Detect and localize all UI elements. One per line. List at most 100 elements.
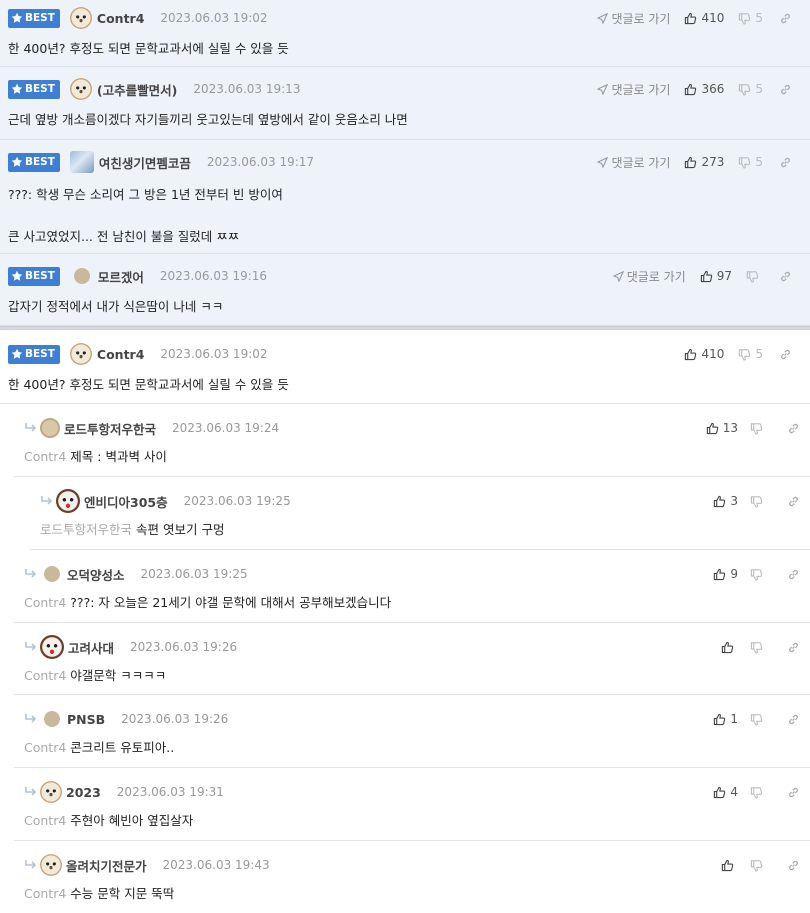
- downvote-button[interactable]: [750, 641, 767, 654]
- reply-target[interactable]: Contr4: [24, 449, 66, 464]
- author-name[interactable]: 엔비디아305층: [84, 492, 168, 511]
- comment-date: 2023.06.03 19:02: [160, 11, 268, 25]
- link-icon[interactable]: [779, 348, 792, 361]
- star-icon: [11, 348, 23, 359]
- downvote-button[interactable]: [750, 786, 767, 799]
- comment-text: 갑자기 정적에서 내가 식은땀이 나네 ㅋㅋ: [8, 299, 224, 314]
- author-name[interactable]: 로드투항저우한국: [64, 419, 156, 438]
- upvote-button[interactable]: 273: [684, 155, 724, 169]
- upvote-button[interactable]: [721, 859, 738, 872]
- thumbs-up-icon: [721, 859, 734, 871]
- downvote-button[interactable]: [750, 495, 767, 508]
- avatar[interactable]: [40, 418, 60, 438]
- link-icon[interactable]: [779, 270, 792, 283]
- star-icon: [11, 83, 23, 94]
- avatar[interactable]: [44, 711, 60, 727]
- best-comment: BEST (고추를빨면서) 2023.06.03 19:13 댓글로 가기 36…: [0, 67, 810, 140]
- avatar[interactable]: [69, 78, 92, 100]
- link-icon[interactable]: [779, 156, 792, 169]
- thumbs-up-icon: [685, 348, 697, 360]
- downvote-button[interactable]: 5: [738, 155, 763, 169]
- avatar[interactable]: [69, 151, 94, 173]
- upvote-button[interactable]: 4: [713, 785, 738, 799]
- goto-comment-link[interactable]: 댓글로 가기: [597, 154, 670, 171]
- author-name[interactable]: (고추를빨면서): [97, 80, 177, 99]
- downvote-button[interactable]: [750, 422, 767, 435]
- reply-target[interactable]: Contr4: [24, 668, 66, 683]
- upvote-button[interactable]: 9: [713, 567, 738, 581]
- upvote-button[interactable]: 13: [706, 421, 738, 435]
- avatar[interactable]: [73, 268, 90, 284]
- upvote-button[interactable]: 410: [684, 11, 724, 25]
- downvote-button[interactable]: 5: [738, 347, 763, 361]
- reply-target[interactable]: Contr4: [24, 886, 66, 901]
- downvote-button[interactable]: [750, 859, 767, 872]
- comment-text: 한 400년? 후정도 되면 문학교과서에 실릴 수 있을 듯: [8, 377, 289, 392]
- link-icon[interactable]: [787, 786, 800, 799]
- avatar[interactable]: [44, 566, 60, 582]
- link-icon[interactable]: [787, 859, 800, 872]
- thumbs-down-icon: [750, 495, 763, 508]
- thumbs-up-icon: [714, 568, 726, 580]
- link-icon[interactable]: [787, 495, 800, 508]
- comment-text: ???: 학생 무슨 소리여 그 방은 1년 전부터 빈 방이여 큰 사고였었지…: [8, 187, 283, 244]
- best-badge: BEST: [8, 344, 60, 364]
- best-comment: BEST 여친생기면펨코끔 2023.06.03 19:17 댓글로 가기 27…: [0, 140, 810, 254]
- author-name[interactable]: PNSB: [67, 712, 105, 727]
- reply-target[interactable]: Contr4: [24, 740, 66, 755]
- comment-text: ???: 자 오늘은 21세기 야갤 문학에 대해서 공부해보겠습니다: [70, 595, 392, 610]
- author-name[interactable]: 2023: [66, 785, 101, 800]
- author-name[interactable]: Contr4: [97, 11, 145, 26]
- reply-list: 로드투항저우한국 2023.06.03 19:24 13 Contr4 제목 : 벽과벽…: [0, 404, 810, 913]
- thumbs-down-icon: [739, 83, 751, 96]
- reply-target[interactable]: Contr4: [24, 595, 66, 610]
- author-name[interactable]: Contr4: [97, 347, 145, 362]
- link-icon[interactable]: [787, 422, 800, 435]
- downvote-button[interactable]: 5: [738, 11, 763, 25]
- link-icon[interactable]: [779, 12, 792, 25]
- reply-target[interactable]: 로드투항저우한국: [40, 522, 132, 537]
- downvote-button[interactable]: 5: [738, 82, 763, 96]
- thumbs-up-icon: [714, 495, 726, 507]
- downvote-button[interactable]: [746, 270, 763, 283]
- comment-date: 2023.06.03 19:25: [140, 567, 248, 581]
- comment-date: 2023.06.03 19:26: [130, 640, 238, 654]
- link-icon[interactable]: [787, 568, 800, 581]
- upvote-button[interactable]: 97: [700, 269, 732, 283]
- link-icon[interactable]: [779, 83, 792, 96]
- comment-text: 제목 : 벽과벽 사이: [70, 449, 167, 464]
- send-icon: [597, 83, 609, 95]
- thumbs-up-icon: [714, 786, 726, 798]
- reply-arrow-icon: [41, 496, 53, 505]
- best-badge: BEST: [8, 152, 60, 172]
- avatar[interactable]: [40, 781, 62, 803]
- best-comment: BEST Contr4 2023.06.03 19:02 댓글로 가기 410 …: [0, 0, 810, 67]
- avatar[interactable]: [56, 489, 80, 513]
- link-icon[interactable]: [787, 641, 800, 654]
- goto-comment-link[interactable]: 댓글로 가기: [597, 81, 670, 98]
- upvote-button[interactable]: 366: [684, 82, 724, 96]
- upvote-button[interactable]: 410: [684, 347, 724, 361]
- goto-comment-link[interactable]: 댓글로 가기: [612, 268, 686, 285]
- upvote-button[interactable]: 1: [713, 712, 738, 726]
- comment-date: 2023.06.03 19:25: [183, 494, 291, 508]
- avatar[interactable]: [40, 635, 64, 659]
- best-badge: BEST: [8, 79, 60, 99]
- author-name[interactable]: 오덕양성소: [67, 565, 125, 584]
- link-icon[interactable]: [787, 713, 800, 726]
- upvote-button[interactable]: [721, 641, 738, 654]
- avatar[interactable]: [69, 7, 92, 29]
- goto-comment-link[interactable]: 댓글로 가기: [597, 10, 670, 27]
- avatar[interactable]: [69, 343, 92, 365]
- upvote-button[interactable]: 3: [713, 494, 738, 508]
- author-name[interactable]: 여친생기면펨코끔: [99, 153, 191, 172]
- reply-target[interactable]: Contr4: [24, 813, 66, 828]
- avatar[interactable]: [40, 854, 62, 876]
- thumbs-down-icon: [746, 270, 759, 283]
- send-icon: [597, 12, 609, 24]
- author-name[interactable]: 올려치기전문가: [66, 856, 147, 875]
- author-name[interactable]: 고려사대: [68, 638, 114, 657]
- downvote-button[interactable]: [750, 713, 767, 726]
- author-name[interactable]: 모르겠어: [98, 267, 144, 286]
- downvote-button[interactable]: [750, 568, 767, 581]
